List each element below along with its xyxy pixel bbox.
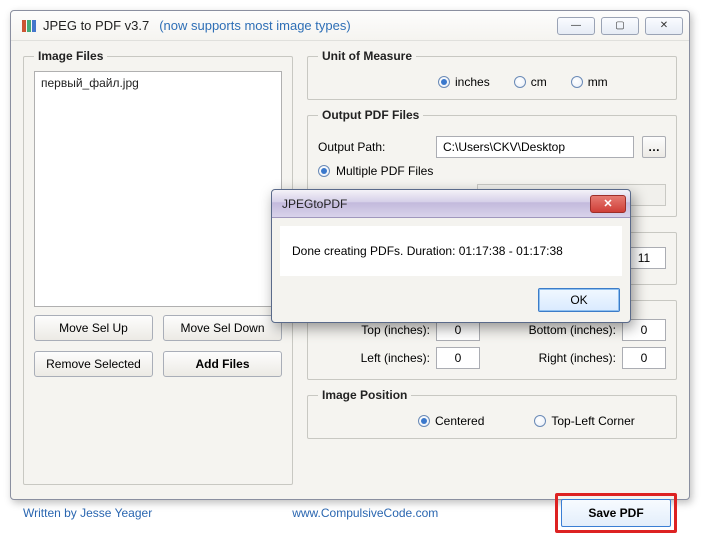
radio-icon xyxy=(571,76,583,88)
radio-icon xyxy=(418,415,430,427)
margin-right-input[interactable] xyxy=(622,347,666,369)
margin-left-label: Left (inches): xyxy=(330,351,430,365)
close-button[interactable]: ✕ xyxy=(645,17,683,35)
file-list[interactable]: первый_файл.jpg xyxy=(34,71,282,307)
move-up-button[interactable]: Move Sel Up xyxy=(34,315,153,341)
centered-label: Centered xyxy=(435,414,484,428)
titlebar: JPEG to PDF v3.7 (now supports most imag… xyxy=(11,11,689,41)
margin-right-label: Right (inches): xyxy=(516,351,616,365)
dialog-titlebar: JPEGtoPDF ✕ xyxy=(272,190,630,218)
footer: Written by Jesse Yeager www.CompulsiveCo… xyxy=(23,493,677,533)
image-files-legend: Image Files xyxy=(34,49,107,63)
unit-of-measure-group: Unit of Measure inches cm mm xyxy=(307,49,677,100)
multiple-pdf-radio[interactable]: Multiple PDF Files xyxy=(336,164,433,178)
site-link[interactable]: www.CompulsiveCode.com xyxy=(292,506,438,520)
unit-cm-label: cm xyxy=(531,75,547,89)
close-icon: ✕ xyxy=(603,197,612,210)
unit-mm-radio[interactable]: mm xyxy=(571,75,608,89)
dialog-message: Done creating PDFs. Duration: 01:17:38 -… xyxy=(292,244,563,258)
maximize-button[interactable]: ▢ xyxy=(601,17,639,35)
unit-inches-radio[interactable]: inches xyxy=(438,75,490,89)
window-controls: — ▢ ✕ xyxy=(557,17,683,35)
image-files-group: Image Files первый_файл.jpg Move Sel Up … xyxy=(23,49,293,485)
radio-icon xyxy=(534,415,546,427)
file-buttons: Move Sel Up Move Sel Down Remove Selecte… xyxy=(34,307,282,377)
left-column: Image Files первый_файл.jpg Move Sel Up … xyxy=(23,49,293,493)
minimize-button[interactable]: — xyxy=(557,17,595,35)
dialog-ok-button[interactable]: OK xyxy=(538,288,620,312)
image-position-group: Image Position Centered Top-Left Corner xyxy=(307,388,677,439)
radio-icon xyxy=(438,76,450,88)
radio-icon xyxy=(318,165,330,177)
unit-inches-label: inches xyxy=(455,75,490,89)
unit-mm-label: mm xyxy=(588,75,608,89)
remove-selected-button[interactable]: Remove Selected xyxy=(34,351,153,377)
move-down-button[interactable]: Move Sel Down xyxy=(163,315,282,341)
output-path-input[interactable] xyxy=(436,136,634,158)
main-window: JPEG to PDF v3.7 (now supports most imag… xyxy=(10,10,690,500)
topleft-radio[interactable]: Top-Left Corner xyxy=(534,414,634,428)
window-title: JPEG to PDF v3.7 xyxy=(43,18,149,33)
dialog-close-button[interactable]: ✕ xyxy=(590,195,626,213)
author-link[interactable]: Written by Jesse Yeager xyxy=(23,506,152,520)
dialog-body: Done creating PDFs. Duration: 01:17:38 -… xyxy=(280,226,622,276)
add-files-button[interactable]: Add Files xyxy=(163,351,282,377)
output-path-label: Output Path: xyxy=(318,140,428,154)
image-position-legend: Image Position xyxy=(318,388,411,402)
window-subtitle: (now supports most image types) xyxy=(159,18,350,33)
dialog-title: JPEGtoPDF xyxy=(282,197,347,211)
radio-icon xyxy=(514,76,526,88)
topleft-label: Top-Left Corner xyxy=(551,414,634,428)
unit-cm-radio[interactable]: cm xyxy=(514,75,547,89)
margin-bottom-label: Bottom (inches): xyxy=(516,323,616,337)
margin-left-input[interactable] xyxy=(436,347,480,369)
save-pdf-button[interactable]: Save PDF xyxy=(561,499,671,527)
done-dialog: JPEGtoPDF ✕ Done creating PDFs. Duration… xyxy=(271,189,631,323)
list-item[interactable]: первый_файл.jpg xyxy=(41,76,275,90)
output-legend: Output PDF Files xyxy=(318,108,423,122)
save-highlight: Save PDF xyxy=(555,493,677,533)
app-icon xyxy=(21,18,37,34)
unit-legend: Unit of Measure xyxy=(318,49,416,63)
centered-radio[interactable]: Centered xyxy=(418,414,484,428)
dialog-footer: OK xyxy=(272,284,630,322)
margin-top-label: Top (inches): xyxy=(330,323,430,337)
browse-button[interactable]: … xyxy=(642,136,666,158)
